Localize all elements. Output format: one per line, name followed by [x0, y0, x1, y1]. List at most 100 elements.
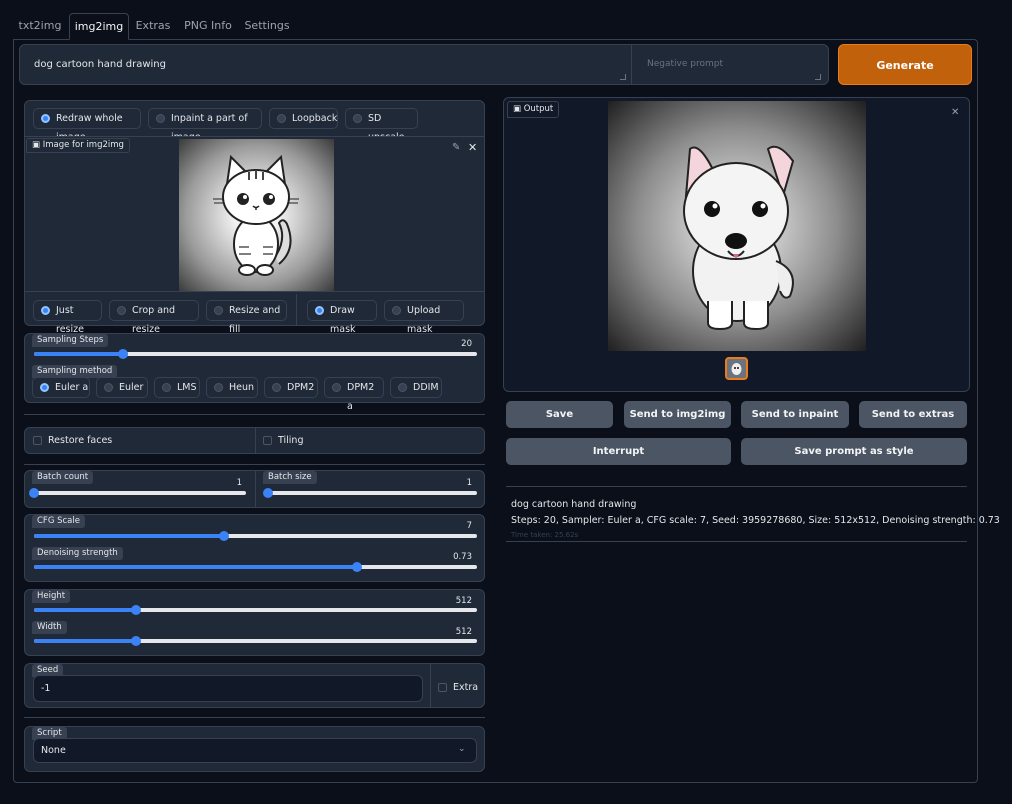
radio-dot-icon — [214, 306, 223, 315]
batch-size-value[interactable]: 1 — [432, 478, 472, 488]
batch-count-slider[interactable] — [29, 488, 246, 498]
batch-count-value[interactable]: 1 — [202, 478, 242, 488]
slider-knob[interactable] — [219, 531, 230, 541]
send-to-inpaint-button[interactable]: Send to inpaint — [741, 401, 849, 428]
divider — [24, 414, 485, 415]
width-label: Width — [32, 621, 67, 634]
slider-knob[interactable] — [352, 562, 363, 572]
radio-dot-icon — [162, 383, 171, 392]
negative-prompt-input[interactable]: Negative prompt — [633, 45, 828, 84]
height-slider[interactable] — [34, 605, 477, 615]
sampler-euler-a[interactable]: Euler a — [32, 377, 90, 398]
img2img-input-panel: Redraw whole image Inpaint a part of ima… — [24, 100, 485, 335]
save-button[interactable]: Save — [506, 401, 613, 428]
slider-fill — [34, 534, 225, 538]
sampler-dpm2-a[interactable]: DPM2 a — [324, 377, 384, 412]
output-image[interactable] — [608, 101, 866, 351]
prompt-input[interactable]: dog cartoon hand drawing — [20, 45, 632, 84]
restore-faces-label: Restore faces — [48, 435, 113, 446]
generation-info: dog cartoon hand drawing Steps: 20, Samp… — [506, 488, 1000, 542]
prompt-row: dog cartoon hand drawing Negative prompt — [19, 44, 829, 85]
seed-value: -1 — [41, 683, 51, 694]
slider-knob[interactable] — [130, 636, 141, 646]
dog-drawing — [683, 145, 795, 331]
seed-input[interactable]: -1 — [33, 675, 423, 702]
script-select[interactable]: None ⌄ — [33, 738, 477, 763]
radio-label: DDIM — [413, 382, 439, 393]
sampler-dpm2[interactable]: DPM2 — [264, 377, 318, 398]
radio-dot-icon — [332, 383, 341, 392]
denoising-slider[interactable] — [34, 562, 477, 572]
close-icon[interactable]: ✕ — [468, 141, 477, 154]
radio-label: Heun — [229, 382, 255, 393]
radio-dot-icon — [214, 383, 223, 392]
radio-upload-mask[interactable]: Upload mask — [384, 300, 464, 335]
denoising-value[interactable]: 0.73 — [432, 552, 472, 562]
radio-label: Just resize — [56, 305, 84, 335]
tab-png-info[interactable]: PNG Info — [184, 13, 232, 40]
radio-redraw-whole[interactable]: Redraw whole image — [33, 108, 141, 143]
tab-img2img[interactable]: img2img — [69, 13, 129, 40]
cfg-panel: CFG Scale 7 Denoising strength 0.73 — [24, 514, 485, 582]
radio-dot-icon — [40, 383, 49, 392]
divider — [24, 717, 485, 718]
slider-knob[interactable] — [117, 349, 128, 359]
edit-icon[interactable]: ✎ — [452, 142, 460, 153]
resize-handle-icon[interactable] — [815, 74, 821, 80]
seed-panel: Seed -1 Extra — [24, 663, 485, 708]
restore-faces-checkbox[interactable] — [33, 436, 42, 445]
radio-resize-fill[interactable]: Resize and fill — [206, 300, 287, 335]
sampling-steps-slider[interactable] — [34, 349, 477, 359]
interrupt-button[interactable]: Interrupt — [506, 438, 731, 465]
radio-just-resize[interactable]: Just resize — [33, 300, 102, 335]
send-to-extras-button[interactable]: Send to extras — [859, 401, 967, 428]
slider-knob[interactable] — [29, 488, 39, 498]
sampling-steps-value[interactable]: 20 — [432, 339, 472, 349]
slider-knob[interactable] — [130, 605, 141, 615]
sampler-euler[interactable]: Euler — [96, 377, 148, 398]
sampler-lms[interactable]: LMS — [154, 377, 200, 398]
send-to-img2img-button[interactable]: Send to img2img — [624, 401, 731, 428]
close-icon[interactable]: ✕ — [951, 107, 959, 118]
tab-settings[interactable]: Settings — [242, 13, 292, 40]
divider — [506, 486, 967, 487]
tiling-checkbox[interactable] — [263, 436, 272, 445]
radio-sd-upscale[interactable]: SD upscale — [345, 108, 418, 143]
slider-fill — [34, 352, 123, 356]
tab-txt2img[interactable]: txt2img — [14, 13, 66, 40]
resize-handle-icon[interactable] — [620, 74, 626, 80]
negative-prompt-placeholder: Negative prompt — [647, 59, 723, 69]
batch-size-slider[interactable] — [263, 488, 477, 498]
width-value[interactable]: 512 — [432, 627, 472, 637]
generate-button[interactable]: Generate — [838, 44, 972, 85]
batch-panel: Batch count 1 Batch size 1 — [24, 470, 485, 508]
radio-dot-icon — [104, 383, 113, 392]
sampler-heun[interactable]: Heun — [206, 377, 258, 398]
cfg-scale-slider[interactable] — [34, 531, 477, 541]
save-prompt-style-button[interactable]: Save prompt as style — [741, 438, 967, 465]
radio-draw-mask[interactable]: Draw mask — [307, 300, 377, 335]
extra-label: Extra — [453, 682, 479, 693]
info-prompt: dog cartoon hand drawing — [511, 499, 637, 510]
divider — [430, 664, 431, 707]
extra-checkbox[interactable] — [438, 683, 447, 692]
tab-bar: txt2img img2img Extras PNG Info Settings — [14, 13, 978, 40]
chevron-down-icon: ⌄ — [458, 744, 466, 754]
radio-label: LMS — [177, 382, 197, 393]
prompt-text: dog cartoon hand drawing — [34, 59, 166, 70]
height-value[interactable]: 512 — [432, 596, 472, 606]
tab-extras[interactable]: Extras — [132, 13, 174, 40]
radio-inpaint[interactable]: Inpaint a part of image — [148, 108, 262, 143]
slider-knob[interactable] — [263, 488, 273, 498]
cfg-scale-value[interactable]: 7 — [432, 521, 472, 531]
image-upload-area[interactable]: ▣ Image for img2img ✎ ✕ — [25, 136, 484, 292]
height-label: Height — [32, 590, 71, 603]
radio-dot-icon — [41, 114, 50, 123]
width-slider[interactable] — [34, 636, 477, 646]
sampler-ddim[interactable]: DDIM — [390, 377, 442, 398]
radio-crop-resize[interactable]: Crop and resize — [109, 300, 199, 335]
radio-loopback[interactable]: Loopback — [269, 108, 338, 129]
output-thumbnail[interactable] — [725, 357, 748, 380]
radio-dot-icon — [156, 114, 165, 123]
radio-label: Loopback — [292, 113, 338, 124]
